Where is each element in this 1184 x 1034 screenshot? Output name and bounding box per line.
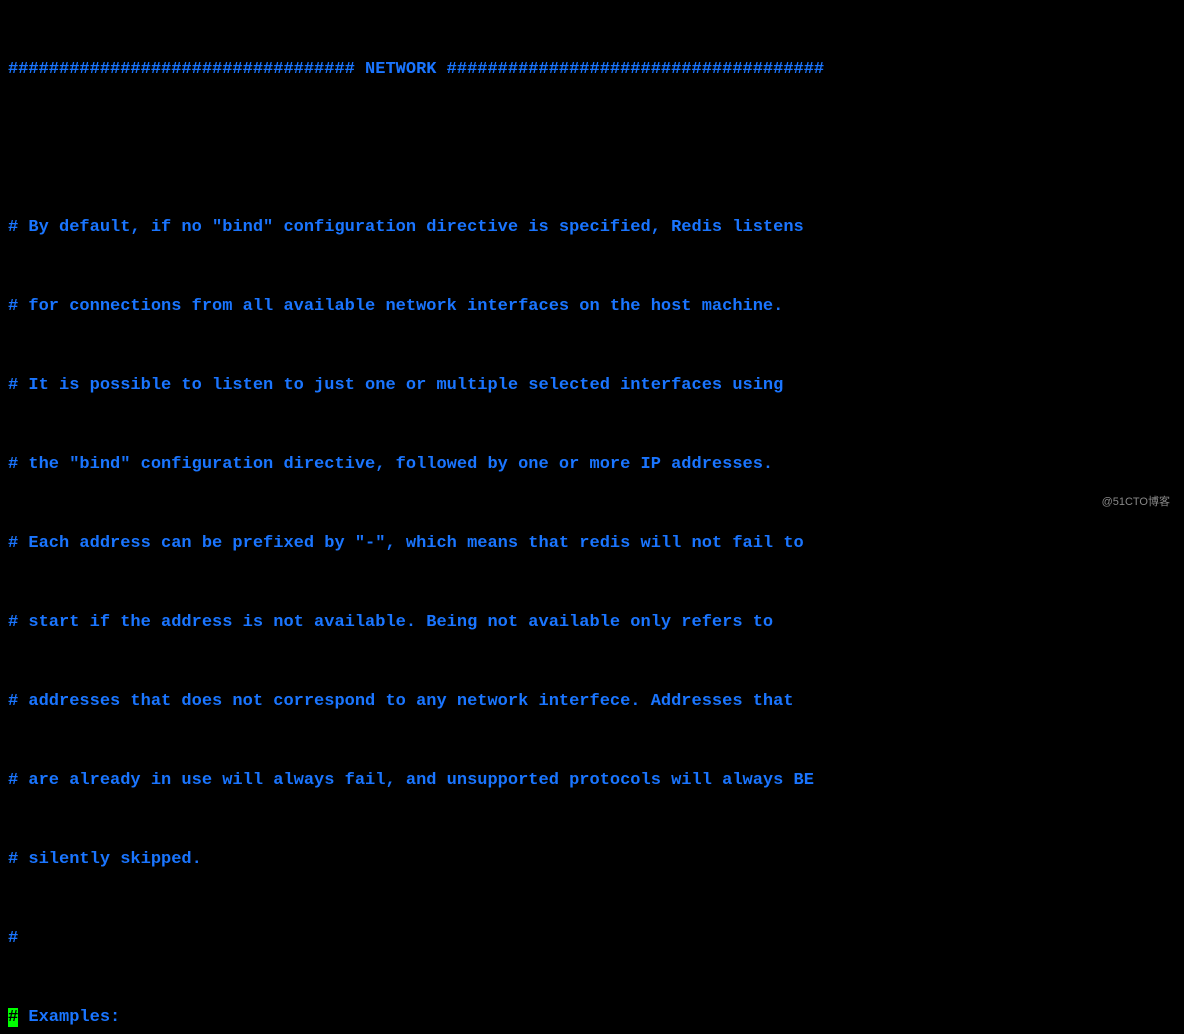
comment-line: # for connections from all available net… [8, 294, 1176, 320]
terminal-editor[interactable]: ################################## NETWO… [8, 4, 1176, 1034]
cursor-block: # [8, 1008, 18, 1027]
comment-line: # are already in use will always fail, a… [8, 768, 1176, 794]
section-header-line: ################################## NETWO… [8, 57, 1176, 83]
comment-line: # addresses that does not correspond to … [8, 689, 1176, 715]
comment-line: # Each address can be prefixed by "-", w… [8, 531, 1176, 557]
comment-line: # [8, 926, 1176, 952]
cursor-line: # Examples: [8, 1005, 1176, 1031]
comment-line: # It is possible to listen to just one o… [8, 373, 1176, 399]
examples-text: Examples: [18, 1008, 120, 1027]
comment-line: # By default, if no "bind" configuration… [8, 215, 1176, 241]
comment-line: # silently skipped. [8, 847, 1176, 873]
watermark-text: @51CTO博客 [1102, 494, 1170, 511]
blank-line [8, 136, 1176, 162]
comment-line: # the "bind" configuration directive, fo… [8, 452, 1176, 478]
comment-line: # start if the address is not available.… [8, 610, 1176, 636]
